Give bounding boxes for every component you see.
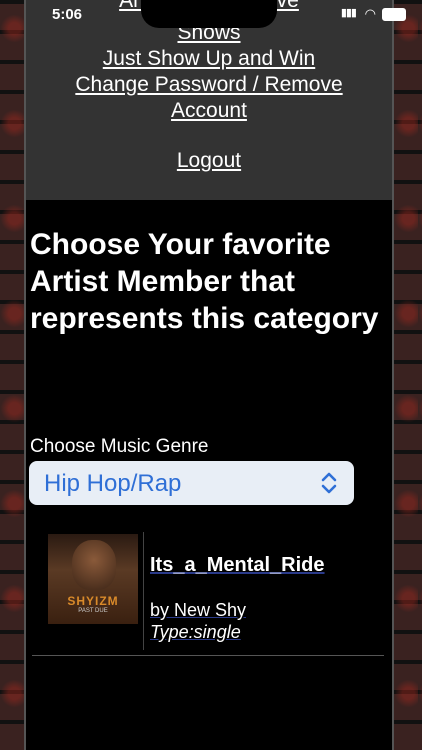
row-divider	[32, 655, 384, 656]
genre-select[interactable]: Hip Hop/Rap	[29, 461, 354, 505]
artist-link[interactable]: by New Shy	[150, 600, 246, 621]
vertical-divider	[143, 532, 144, 650]
type-link[interactable]: Type:single	[150, 622, 241, 643]
signal-icon: ▮▮▮	[340, 7, 357, 19]
album-cover-subtitle: PAST DUE	[78, 608, 108, 614]
device-notch	[141, 0, 277, 28]
status-bar: 5:06 ▮▮▮ ◠	[0, 0, 422, 28]
battery-icon	[382, 8, 406, 21]
album-cover-image[interactable]: SHYIZM PAST DUE	[48, 534, 138, 624]
background-brick-left	[0, 0, 24, 750]
genre-label: Choose Music Genre	[30, 436, 209, 457]
album-cover-title: SHYIZM	[67, 594, 119, 608]
menu-item-logout[interactable]: Logout	[26, 148, 392, 174]
menu-item-just-show-up[interactable]: Just Show Up and Win	[26, 46, 392, 72]
chevron-updown-icon	[321, 472, 337, 494]
nav-menu: Amazon Interactive Shows Just Show Up an…	[26, 0, 392, 200]
menu-item-account[interactable]: Account	[26, 98, 392, 124]
wifi-icon: ◠	[364, 6, 376, 21]
artist-result-row[interactable]: SHYIZM PAST DUE Its_a_Mental_Ride by New…	[30, 532, 382, 654]
background-brick-right	[394, 0, 422, 750]
genre-select-value: Hip Hop/Rap	[44, 470, 182, 497]
page-heading: Choose Your favorite Artist Member that …	[30, 228, 379, 335]
menu-item-change-password[interactable]: Change Password / Remove	[26, 72, 392, 98]
status-time: 5:06	[52, 6, 83, 23]
song-title-link[interactable]: Its_a_Mental_Ride	[150, 554, 325, 577]
album-cover-face	[72, 540, 116, 590]
